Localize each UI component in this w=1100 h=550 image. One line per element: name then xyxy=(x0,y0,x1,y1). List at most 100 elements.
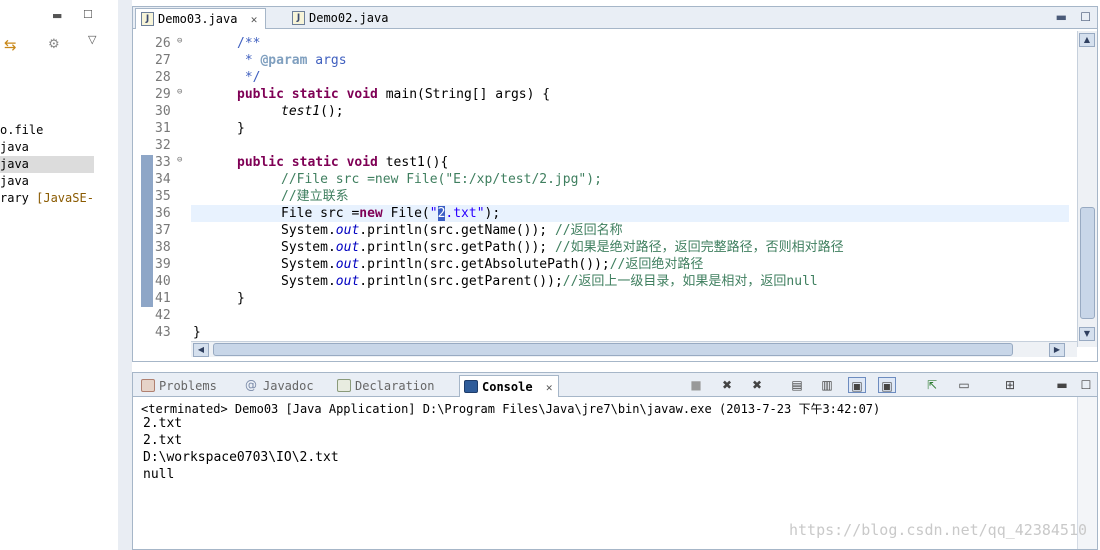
tab-label: Demo02.java xyxy=(309,11,389,25)
line-number: 39 xyxy=(155,257,171,272)
tab-console[interactable]: Console ✕ xyxy=(459,375,560,397)
display-console-icon[interactable]: ▭ xyxy=(955,377,973,393)
tree-item-label: rary xyxy=(0,191,37,205)
tab-declaration[interactable]: Declaration xyxy=(333,375,434,397)
tab-demo03[interactable]: J Demo03.java ✕ xyxy=(135,8,267,29)
console-output-line: 2.txt xyxy=(143,433,183,448)
code-line-38: System.out.println(src.getPath()); //如果是… xyxy=(281,240,844,255)
fold-toggle-icon[interactable]: ⊖ xyxy=(177,87,182,97)
minimize-icon[interactable]: ▬ xyxy=(1053,377,1071,393)
tab-demo02[interactable]: J Demo02.java xyxy=(287,8,396,29)
tree-item-file[interactable]: o.file xyxy=(0,122,94,139)
change-bar xyxy=(141,155,153,307)
close-icon[interactable]: ✕ xyxy=(251,13,258,26)
tree-item-label: o.file xyxy=(0,123,44,137)
code-line-36-current: File src =new File("2.txt"); xyxy=(191,205,1069,222)
tree-item-label: java xyxy=(0,140,29,154)
code-line-29: public static void main(String[] args) { xyxy=(237,87,551,102)
code-line-27: * @param args xyxy=(237,53,347,68)
watermark: https://blog.csdn.net/qq_42384510 xyxy=(788,521,1087,539)
scroll-up-icon[interactable]: ▲ xyxy=(1079,33,1095,47)
at-icon: @ xyxy=(245,378,257,392)
code-line-35: //建立联系 xyxy=(281,189,349,204)
tab-label: Demo03.java xyxy=(158,12,238,26)
line-number: 41 xyxy=(155,291,171,306)
scroll-left-icon[interactable]: ◀ xyxy=(193,343,209,357)
line-number: 37 xyxy=(155,223,171,238)
pin-console-icon[interactable]: ⇱ xyxy=(923,377,941,393)
tab-problems[interactable]: Problems xyxy=(137,375,217,397)
library-label: [JavaSE- xyxy=(36,191,94,205)
editor-horizontal-scrollbar[interactable]: ◀ ▶ xyxy=(191,341,1077,357)
java-file-icon: J xyxy=(292,11,305,25)
scroll-right-icon[interactable]: ▶ xyxy=(1049,343,1065,357)
minimize-icon[interactable]: ▬ xyxy=(1056,10,1067,24)
terminated-status: <terminated> Demo03 [Java Application] D… xyxy=(141,402,881,416)
tree-item-java[interactable]: java xyxy=(0,139,94,156)
scroll-lock-icon[interactable]: ▥ xyxy=(818,377,836,393)
code-line-43: } xyxy=(193,325,201,340)
pane-divider[interactable] xyxy=(118,0,132,550)
code-line-39: System.out.println(src.getAbsolutePath()… xyxy=(281,257,704,272)
line-number: 43 xyxy=(155,325,171,340)
line-number: 34 xyxy=(155,172,171,187)
problems-icon xyxy=(141,379,155,392)
line-number: 31 xyxy=(155,121,171,136)
code-line-33: public static void test1(){ xyxy=(237,155,449,170)
project-tree: o.file java java java rary [JavaSE- xyxy=(0,122,94,207)
console-output-line: D:\workspace0703\IO\2.txt xyxy=(143,450,339,465)
console-icon xyxy=(464,380,478,393)
line-number: 28 xyxy=(155,70,171,85)
code-editor: J Demo03.java ✕ J Demo02.java ▬ ☐ 26 ⊖ 27 2… xyxy=(132,6,1098,362)
remove-launch-icon[interactable]: ✖ xyxy=(718,377,736,393)
collapse-all-icon[interactable]: ⚙ xyxy=(48,37,60,52)
code-line-26: /** xyxy=(237,36,261,51)
open-console-icon[interactable]: ⊞ xyxy=(1001,377,1019,393)
minimize-icon[interactable]: ▬ xyxy=(52,9,62,22)
show-on-output-icon[interactable]: ▣ xyxy=(848,377,866,393)
tab-label: Problems xyxy=(159,379,217,393)
tab-label: Javadoc xyxy=(263,379,314,393)
scroll-thumb[interactable] xyxy=(213,343,1013,356)
console-view: Problems @ Javadoc Declaration Console ✕… xyxy=(132,372,1098,550)
tab-label: Declaration xyxy=(355,379,435,393)
editor-vertical-scrollbar[interactable]: ▲ ▼ xyxy=(1077,31,1097,347)
console-output-line: 2.txt xyxy=(143,416,183,431)
scroll-thumb[interactable] xyxy=(1080,207,1095,319)
console-output-line: null xyxy=(143,467,175,482)
tab-javadoc[interactable]: @ Javadoc xyxy=(241,375,314,397)
remove-all-terminated-icon[interactable]: ✖ xyxy=(748,377,766,393)
show-on-error-icon[interactable]: ▣ xyxy=(878,377,896,393)
code-line-30: test1(); xyxy=(281,104,344,119)
java-file-icon: J xyxy=(141,12,154,26)
code-line-40: System.out.println(src.getParent());//返回… xyxy=(281,274,818,289)
maximize-icon[interactable]: ☐ xyxy=(1080,10,1091,24)
tree-item-label: java xyxy=(0,157,29,171)
tree-item-java[interactable]: java xyxy=(0,173,94,190)
code-line-37: System.out.println(src.getName()); //返回名… xyxy=(281,223,623,238)
line-number: 42 xyxy=(155,308,171,323)
console-tab-bar: Problems @ Javadoc Declaration Console ✕… xyxy=(133,373,1097,397)
close-icon[interactable]: ✕ xyxy=(546,381,553,394)
line-number: 35 xyxy=(155,189,171,204)
view-menu-icon[interactable]: ▽ xyxy=(88,33,96,46)
line-number-gutter: 26 ⊖ 27 28 29 ⊖ 30 31 32 33 ⊖ 34 35 36 37 38 39 40 41 42 43 xyxy=(133,29,191,345)
clear-console-icon[interactable]: ▤ xyxy=(788,377,806,393)
line-number: 38 xyxy=(155,240,171,255)
tree-item-library[interactable]: rary [JavaSE- xyxy=(0,190,94,207)
link-with-editor-icon[interactable]: ⇆ xyxy=(4,36,17,54)
tab-label: Console xyxy=(482,380,533,394)
tree-item-java-selected[interactable]: java xyxy=(0,156,94,173)
fold-toggle-icon[interactable]: ⊖ xyxy=(177,36,182,46)
line-number: 32 xyxy=(155,138,171,153)
maximize-icon[interactable]: ☐ xyxy=(83,8,93,21)
scroll-down-icon[interactable]: ▼ xyxy=(1079,327,1095,341)
terminate-icon[interactable]: ■ xyxy=(687,377,705,393)
maximize-icon[interactable]: ☐ xyxy=(1077,377,1095,393)
line-number: 27 xyxy=(155,53,171,68)
code-line-41: } xyxy=(237,291,245,306)
fold-toggle-icon[interactable]: ⊖ xyxy=(177,155,182,165)
code-line-28: */ xyxy=(237,70,261,85)
code-area[interactable]: /** * @param args */ public static void … xyxy=(191,29,1069,345)
code-line-31: } xyxy=(237,121,245,136)
